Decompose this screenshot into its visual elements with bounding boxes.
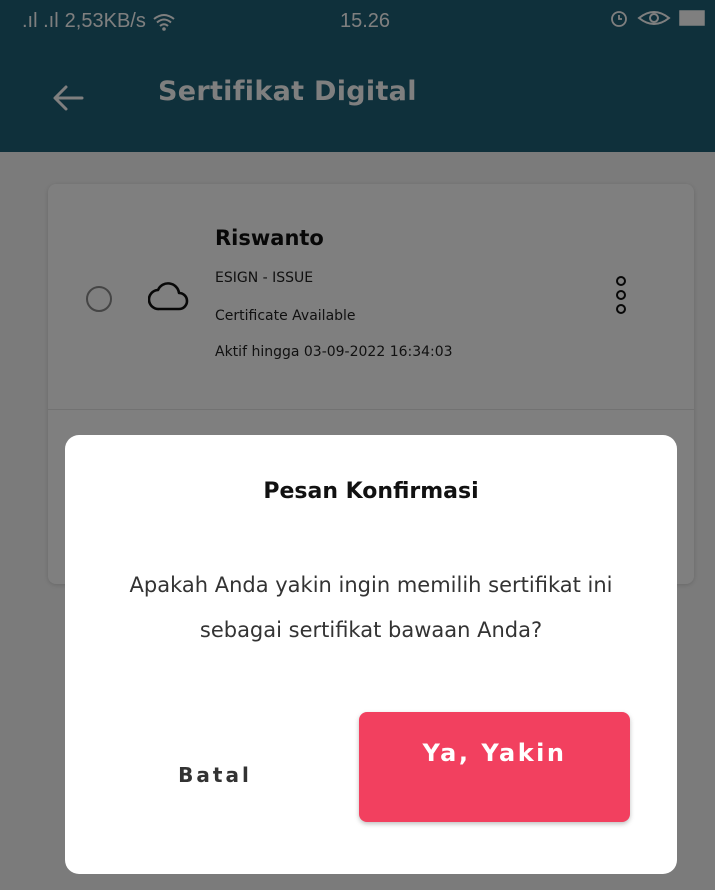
dialog-message: Apakah Anda yakin ingin memilih sertifik… bbox=[129, 573, 613, 642]
confirmation-dialog: Pesan Konfirmasi Apakah Anda yakin ingin… bbox=[65, 435, 677, 874]
screen: .ıl .ıl 2,53KB/s 15.26 bbox=[0, 0, 715, 890]
confirm-button[interactable]: Ya, Yakin bbox=[359, 712, 630, 822]
dialog-title: Pesan Konfirmasi bbox=[263, 479, 479, 504]
cancel-button[interactable]: Batal bbox=[155, 755, 275, 795]
